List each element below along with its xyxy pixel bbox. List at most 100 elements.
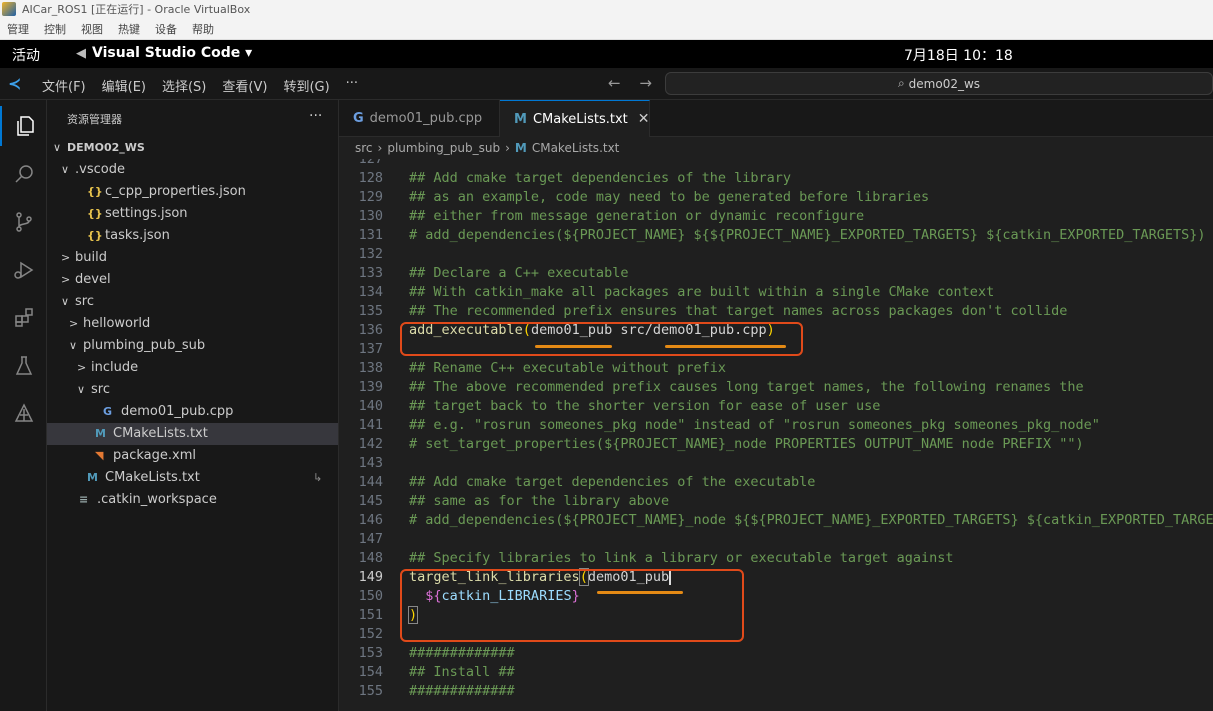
tab-cmakelists[interactable]: M CMakeLists.txt ✕ — [500, 100, 650, 137]
code-token: ## With catkin_make all packages are bui… — [409, 284, 995, 300]
code-line[interactable]: 141 ## e.g. "rosrun someones_pkg node" in… — [339, 416, 1213, 435]
code-line[interactable]: 155 ############# — [339, 682, 1213, 701]
vscode-menu-item[interactable]: ··· — [346, 76, 358, 95]
code-line[interactable]: 150 ${catkin_LIBRARIES} — [339, 587, 1213, 606]
code-line[interactable]: 133 ## Declare a C++ executable — [339, 264, 1213, 283]
virtualbox-titlebar: AICar_ROS1 [正在运行] - Oracle VirtualBox — [0, 0, 1213, 18]
code-line[interactable]: 146 # add_dependencies(${PROJECT_NAME}_no… — [339, 511, 1213, 530]
code-text: ## Declare a C++ executable — [409, 264, 628, 283]
code-text: ## same as for the library above — [409, 492, 669, 511]
code-line[interactable]: 145 ## same as for the library above — [339, 492, 1213, 511]
vscode-menu-item[interactable]: 编辑(E) — [102, 76, 146, 95]
code-text: add_executable(demo01_pub src/demo01_pub… — [409, 321, 775, 340]
virtualbox-menu-item[interactable]: 设备 — [155, 21, 177, 37]
code-editor[interactable]: 127 128 ## Add cmake target dependencies o… — [339, 159, 1213, 705]
code-token: ## either from message generation or dyn… — [409, 208, 865, 224]
code-line[interactable]: 142 # set_target_properties(${PROJECT_NAM… — [339, 435, 1213, 454]
code-text: ## target back to the shorter version fo… — [409, 397, 880, 416]
source-control-icon[interactable] — [0, 202, 47, 242]
file-type-icon: G — [103, 405, 113, 418]
tree-item[interactable]: ∨ DEMO02_WS — [47, 137, 338, 159]
tab-label: demo01_pub.cpp — [369, 111, 483, 126]
breadcrumb-item[interactable]: plumbing_pub_sub — [387, 141, 500, 155]
code-line[interactable]: 147 — [339, 530, 1213, 549]
extensions-icon[interactable] — [0, 298, 47, 338]
close-icon[interactable]: ✕ — [638, 111, 650, 127]
more-actions-icon[interactable]: ··· — [309, 108, 322, 124]
tree-item[interactable]: M CMakeLists.txt ↳ — [47, 467, 338, 489]
code-text: # add_dependencies(${PROJECT_NAME}_node … — [409, 511, 1213, 530]
tree-item[interactable]: Gdemo01_pub.cpp — [47, 401, 338, 423]
run-debug-icon[interactable] — [0, 250, 47, 290]
code-line[interactable]: 129 ## as an example, code may need to be… — [339, 188, 1213, 207]
explorer-icon[interactable] — [0, 106, 47, 146]
file-type-icon: ≡ — [79, 493, 89, 506]
tree-item[interactable]: > include — [47, 357, 338, 379]
code-line[interactable]: 151) — [339, 606, 1213, 625]
virtualbox-menu-item[interactable]: 热键 — [118, 21, 140, 37]
vscode-app-icon: ◀ — [76, 45, 86, 61]
code-line[interactable]: 140 ## target back to the shorter version… — [339, 397, 1213, 416]
tree-item[interactable]: > devel — [47, 269, 338, 291]
testing-icon[interactable] — [0, 346, 47, 386]
breadcrumb-item[interactable]: src — [355, 141, 373, 155]
code-line[interactable]: 132 — [339, 245, 1213, 264]
tree-item[interactable]: ∨ src — [47, 379, 338, 401]
tree-item[interactable]: > helloworld — [47, 313, 338, 335]
virtualbox-menu-item[interactable]: 控制 — [44, 21, 66, 37]
app-menu-button[interactable]: ◀ Visual Studio Code ▾ — [76, 45, 252, 61]
code-line[interactable]: 149 target_link_libraries(demo01_pub — [339, 568, 1213, 587]
tree-item[interactable]: {} tasks.json — [47, 225, 338, 247]
vscode-menu-item[interactable]: 查看(V) — [222, 76, 267, 95]
vscode-menu-item[interactable]: 转到(G) — [283, 76, 329, 95]
code-line[interactable]: 139 ## The above recommended prefix cause… — [339, 378, 1213, 397]
code-line[interactable]: 148 ## Specify libraries to link a librar… — [339, 549, 1213, 568]
tree-item-label: plumbing_pub_sub — [83, 338, 206, 353]
code-line[interactable]: 152 — [339, 625, 1213, 644]
code-line[interactable]: 134 ## With catkin_make all packages are … — [339, 283, 1213, 302]
ros-icon[interactable] — [0, 394, 47, 434]
vscode-titlebar: ≺ 文件(F) 编辑(E) 选择(S) 查看(V) 转到(G) ··· ← → ⌕ dem… — [0, 68, 1213, 100]
tree-item[interactable]: ∨ plumbing_pub_sub — [47, 335, 338, 357]
code-line[interactable]: 131 # add_dependencies(${PROJECT_NAME} ${… — [339, 226, 1213, 245]
tab-demo01-pub[interactable]: Gdemo01_pub.cpp — [339, 100, 500, 137]
editor-bottom-strip — [339, 705, 1213, 711]
virtualbox-menu-item[interactable]: 帮助 — [192, 21, 214, 37]
tree-item[interactable]: > build — [47, 247, 338, 269]
vscode-menu-item[interactable]: 选择(S) — [162, 76, 206, 95]
tree-item[interactable]: M CMakeLists.txt — [47, 423, 338, 445]
virtualbox-menu-item[interactable]: 管理 — [7, 21, 29, 37]
tree-item-label: package.xml — [113, 448, 196, 463]
back-arrow-icon[interactable]: ← — [608, 74, 621, 92]
tree-item-label: .catkin_workspace — [97, 492, 217, 507]
tree-item[interactable]: {} c_cpp_properties.json — [47, 181, 338, 203]
code-line[interactable]: 130 ## either from message generation or … — [339, 207, 1213, 226]
code-line[interactable]: 144 ## Add cmake target dependencies of t… — [339, 473, 1213, 492]
code-token: ) — [766, 322, 775, 338]
code-line[interactable]: 127 — [339, 159, 1213, 169]
vscode-menu-item[interactable]: 文件(F) — [42, 76, 86, 95]
tree-item[interactable]: ∨ src — [47, 291, 338, 313]
tree-item[interactable]: ◥ package.xml — [47, 445, 338, 467]
vscode-menubar: 文件(F) 编辑(E) 选择(S) 查看(V) 转到(G) ··· — [42, 76, 374, 95]
code-line[interactable]: 154 ## Install ## — [339, 663, 1213, 682]
tree-item[interactable]: ∨ .vscode — [47, 159, 338, 181]
code-token: ## Declare a C++ executable — [409, 265, 629, 281]
forward-arrow-icon[interactable]: → — [639, 74, 652, 92]
code-line[interactable]: 136 add_executable(demo01_pub src/demo01_… — [339, 321, 1213, 340]
line-number: 128 — [358, 170, 383, 186]
tree-item[interactable]: ≡ .catkin_workspace — [47, 489, 338, 511]
clock[interactable]: 7月18日 10：18 — [904, 45, 1013, 65]
search-icon[interactable] — [0, 154, 47, 194]
code-line[interactable]: 135 ## The recommended prefix ensures tha… — [339, 302, 1213, 321]
code-line[interactable]: 137 — [339, 340, 1213, 359]
code-line[interactable]: 138 ## Rename C++ executable without pref… — [339, 359, 1213, 378]
code-line[interactable]: 128 ## Add cmake target dependencies of t… — [339, 169, 1213, 188]
tree-item[interactable]: {} settings.json — [47, 203, 338, 225]
virtualbox-menu-item[interactable]: 视图 — [81, 21, 103, 37]
code-line[interactable]: 153 ############# — [339, 644, 1213, 663]
code-line[interactable]: 143 — [339, 454, 1213, 473]
command-center-search[interactable]: ⌕ demo02_ws — [665, 72, 1213, 95]
breadcrumb-item[interactable]: CMakeLists.txt — [532, 141, 620, 155]
activities-button[interactable]: 活动 — [12, 45, 40, 65]
